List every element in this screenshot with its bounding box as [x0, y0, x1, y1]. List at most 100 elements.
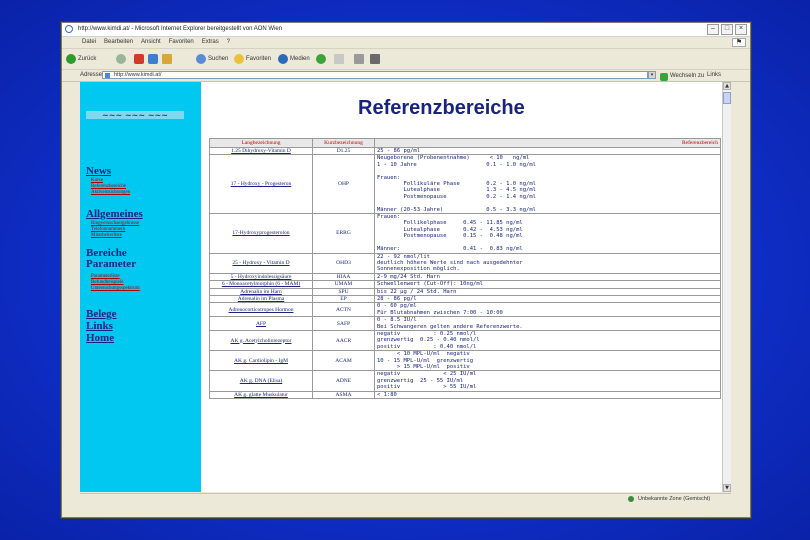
header-langbezeichnung: Langbezeichnung [209, 138, 313, 148]
cell-langbezeichnung[interactable]: 17-Hydroxyprogesterolon [209, 213, 313, 254]
search-icon [196, 54, 206, 64]
cell-langbezeichnung[interactable]: Adrenalin im Plasma [209, 294, 313, 304]
cell-langbezeichnung[interactable]: 1.25 Dihydroxy-Vitamin D [209, 146, 313, 156]
toolbar: Zurück Suchen Favoriten Medien [62, 49, 750, 70]
table-row: 1.25 Dihydroxy-Vitamin D D1.25 25 - 86 pg/… [209, 146, 721, 156]
page-icon [105, 73, 110, 78]
nav-news[interactable]: News [86, 166, 111, 177]
window-controls: – □ × [707, 24, 747, 35]
table-row: Adrenalin im Harn SPU bis 22 µg / 24 Std. … [209, 287, 721, 296]
address-bar: Adresse http://www.kimdi.at/ ▾ Wechseln … [62, 70, 750, 82]
cell-referenzbereich: 0 - 8.5 IU/l Bei Schwangeren gelten ande… [374, 316, 721, 331]
cell-kurzbezeichnung: OHP [312, 154, 375, 215]
back-arrow-icon [66, 54, 76, 64]
scroll-down-icon[interactable]: ▼ [723, 484, 731, 492]
cell-referenzbereich: 2-9 mg/24 Std. Harn [374, 272, 721, 282]
ie-logo-icon [65, 25, 73, 33]
menu-ansicht[interactable]: Ansicht [141, 37, 161, 48]
mail-icon [334, 54, 344, 64]
search-label: Suchen [208, 56, 229, 62]
address-url: http://www.kimdi.at/ [114, 72, 162, 78]
cell-langbezeichnung[interactable]: 5 - Hydroxyindolessigsäure [209, 272, 313, 282]
table-row: 25 - Hydroxy - Vitamin D OHD3 22 - 92 nmol… [209, 252, 721, 274]
nav-belege[interactable]: Belege [86, 309, 117, 320]
menu-datei[interactable]: Datei [82, 37, 96, 48]
cell-kurzbezeichnung: HIAA [312, 272, 375, 282]
star-icon [234, 54, 244, 64]
menu-extras[interactable]: Extras [202, 37, 219, 48]
security-zone: Unbekannte Zone (Gemischt) [638, 496, 711, 502]
nav-home[interactable]: Home [86, 333, 114, 344]
internet-zone-icon [628, 496, 634, 502]
table-row: 17-Hydroxyprogesterolon ERRG Frauen: Folli… [209, 213, 721, 254]
reference-table: Langbezeichnung Kurzbezeichnung Referenz… [209, 138, 721, 400]
mail-button[interactable] [334, 53, 344, 65]
header-kurzbezeichnung: Kurzbezeichnung [312, 138, 375, 148]
cell-referenzbereich: negativ : 0.25 nmol/l grenzwertig 0.25 -… [374, 329, 721, 352]
cell-langbezeichnung[interactable]: AK g. DNA (Elisa) [209, 370, 313, 392]
cell-kurzbezeichnung: ERRG [312, 213, 375, 254]
media-label: Medien [290, 56, 310, 62]
media-icon [278, 54, 288, 64]
main-area: Referenzbereiche Langbezeichnung Kurzbez… [201, 82, 722, 492]
cell-referenzbereich: Frauen: Follikelphase 0.45 - 11.85 ng/ml… [374, 213, 721, 254]
nav-bereiche-parameter[interactable]: Bereiche Parameter [86, 248, 156, 270]
menu-bearbeiten[interactable]: Bearbeiten [104, 37, 133, 48]
scroll-thumb[interactable] [723, 92, 731, 104]
cell-referenzbereich: Schwellenwert (Cut-Off): 10ng/ml [374, 280, 721, 289]
cell-langbezeichnung[interactable]: AK g. glatte Muskulatur [209, 390, 313, 400]
status-bar: Unbekannte Zone (Gemischt) [80, 493, 731, 504]
cell-kurzbezeichnung: D1.25 [312, 146, 375, 156]
nav-allgemeines[interactable]: Allgemeines [86, 209, 143, 220]
nav-links[interactable]: Links [86, 321, 113, 332]
minimize-icon[interactable]: – [707, 24, 719, 35]
go-button[interactable]: Wechseln zu [660, 71, 704, 82]
vertical-scrollbar[interactable]: ▲ ▼ [722, 82, 731, 492]
print-button[interactable] [354, 53, 364, 65]
header-referenzbereich: Referenzbereich [374, 138, 721, 148]
cell-kurzbezeichnung: SAFP [312, 316, 375, 331]
browser-window: http://www.kimdi.at/ - Microsoft Interne… [61, 22, 751, 518]
address-dropdown-icon[interactable]: ▾ [648, 71, 656, 79]
media-button[interactable]: Medien [278, 53, 310, 65]
nav-allgemeines-item-3[interactable]: Mitarbeiterliste [91, 233, 122, 239]
favorites-button[interactable]: Favoriten [234, 53, 271, 65]
menu-help[interactable]: ? [227, 37, 230, 48]
cell-langbezeichnung[interactable]: Adrenocorticotropes Hormon [209, 302, 313, 318]
cell-referenzbereich: < 10 MPL-U/ml negativ 10 - 15 MPL-U/ml g… [374, 350, 721, 372]
nav-news-item-3[interactable]: Aktiveinsichtungen [91, 190, 130, 196]
cell-referenzbereich: 28 - 86 pg/l [374, 294, 721, 304]
table-row: 17 - Hydroxy - Progesteron OHP Neugeborene… [209, 154, 721, 215]
forward-button[interactable] [116, 53, 126, 65]
refresh-icon [148, 54, 158, 64]
cell-langbezeichnung[interactable]: AK g. Acetylcholinrezeptor [209, 329, 313, 352]
edit-button[interactable] [370, 53, 380, 65]
maximize-icon[interactable]: □ [721, 24, 733, 35]
print-icon [354, 54, 364, 64]
close-icon[interactable]: × [735, 24, 747, 35]
page-content: ~~~ ~~~ ~~~ News Kurse Referenzbereiche … [80, 82, 722, 492]
cell-langbezeichnung[interactable]: 25 - Hydroxy - Vitamin D [209, 252, 313, 274]
address-label: Adresse [80, 72, 103, 78]
links-button[interactable]: Links [707, 70, 721, 81]
cell-langbezeichnung[interactable]: 6 - Monoacetylmorphin (6 - MAM) [209, 280, 313, 289]
cell-langbezeichnung[interactable]: AK g. Cardiolipin - IgM [209, 350, 313, 372]
history-button[interactable] [316, 53, 326, 65]
scroll-up-icon[interactable]: ▲ [723, 82, 731, 90]
address-input[interactable]: http://www.kimdi.at/ [102, 71, 648, 79]
back-button[interactable]: Zurück [66, 53, 96, 65]
window-title: http://www.kimdi.at/ - Microsoft Interne… [78, 26, 283, 32]
cell-referenzbereich: 22 - 92 nmol/lit deutlich höhere Werte s… [374, 252, 721, 274]
search-button[interactable]: Suchen [196, 53, 228, 65]
menu-favoriten[interactable]: Favoriten [169, 37, 194, 48]
home-button[interactable] [162, 53, 172, 65]
cell-langbezeichnung[interactable]: Adrenalin im Harn [209, 287, 313, 296]
cell-langbezeichnung[interactable]: 17 - Hydroxy - Progesteron [209, 154, 313, 215]
nav-bereiche-item-3[interactable]: Untersuchungsspektrum [91, 286, 140, 292]
stop-button[interactable] [134, 53, 144, 65]
history-icon [316, 54, 326, 64]
cell-langbezeichnung[interactable]: AFP [209, 316, 313, 331]
cell-referenzbereich: 0 - 60 pg/ml Für Blutabnahmen zwischen 7… [374, 302, 721, 318]
refresh-button[interactable] [148, 53, 158, 65]
favorites-label: Favoriten [246, 56, 272, 62]
